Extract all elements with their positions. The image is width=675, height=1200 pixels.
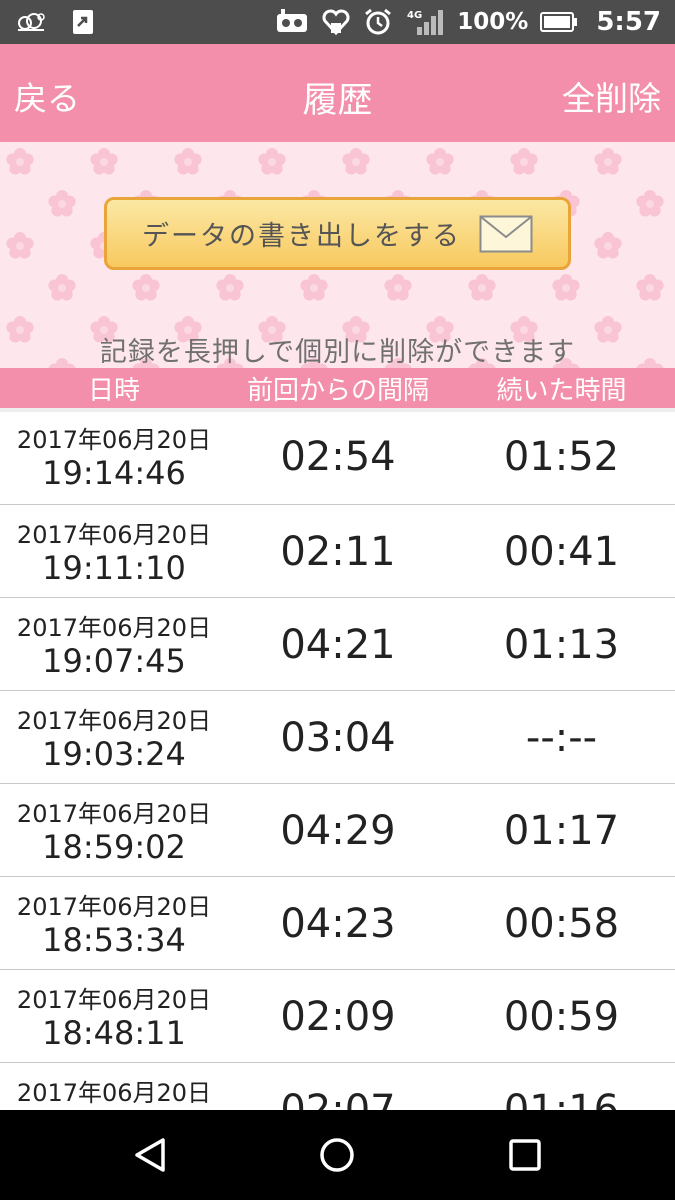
signal-icon: 4G (405, 7, 445, 37)
export-data-label: データの書き出しをする (142, 221, 461, 252)
history-row[interactable]: 2017年06月20日 19:14:46 02:54 01:52 (0, 408, 675, 505)
nav-home-button[interactable] (312, 1132, 362, 1178)
status-right-icons: 4G 100% 5:57 (275, 0, 661, 44)
row-duration: 01:17 (503, 808, 620, 854)
nav-back-button[interactable] (125, 1132, 175, 1178)
row-date: 2017年06月20日 (16, 614, 212, 642)
title-bar: 戻る 履歴 全削除 (0, 44, 675, 142)
battery-icon (540, 11, 578, 33)
nav-recent-apps-button[interactable] (500, 1132, 550, 1178)
square-recent-icon (509, 1139, 541, 1171)
row-date: 2017年06月20日 (16, 986, 212, 1014)
heart-badge-icon (321, 7, 351, 37)
row-interval: 04:29 (280, 808, 396, 854)
history-row[interactable]: 2017年06月20日 18:59:02 04:29 01:17 (0, 784, 675, 877)
row-time: 18:53:34 (42, 921, 186, 959)
row-duration: 00:59 (503, 994, 620, 1040)
column-header-duration: 続いた時間 (496, 376, 627, 406)
row-time: 19:03:24 (42, 735, 186, 773)
column-header-interval: 前回からの間隔 (246, 376, 429, 406)
row-interval: 04:23 (280, 901, 396, 947)
history-row[interactable]: 2017年06月20日 19:07:45 04:21 01:13 (0, 598, 675, 691)
weather-icon (14, 9, 48, 35)
mail-icon (479, 215, 533, 253)
history-row[interactable]: 2017年06月20日 19:03:24 03:04 --:-- (0, 691, 675, 784)
row-date: 2017年06月20日 (16, 426, 212, 454)
history-row[interactable]: 2017年06月20日 19:11:10 02:11 00:41 (0, 505, 675, 598)
triangle-back-icon (135, 1138, 165, 1172)
navigation-bar (0, 1110, 675, 1200)
row-duration: 00:41 (503, 529, 620, 575)
row-duration: 01:13 (503, 622, 620, 668)
row-interval: 04:21 (280, 622, 396, 668)
export-data-button[interactable]: データの書き出しをする (104, 197, 571, 270)
row-interval: 02:09 (280, 994, 396, 1040)
history-row[interactable]: 2017年06月20日 18:53:34 04:23 00:58 (0, 877, 675, 970)
long-press-hint: 記録を長押しで個別に削除ができます (99, 337, 576, 368)
delete-all-button[interactable]: 全削除 (562, 72, 661, 120)
row-date: 2017年06月20日 (16, 800, 212, 828)
column-header-datetime: 日時 (87, 376, 140, 406)
row-date: 2017年06月20日 (16, 1079, 212, 1107)
battery-percent: 100% (457, 9, 529, 35)
row-time: 18:59:02 (42, 828, 186, 866)
history-row[interactable]: 2017年06月20日 02:07 01:16 (0, 1063, 675, 1110)
row-date: 2017年06月20日 (16, 521, 212, 549)
history-row[interactable]: 2017年06月20日 18:48:11 02:09 00:59 (0, 970, 675, 1063)
column-header-row: 日時 前回からの間隔 続いた時間 (0, 368, 675, 408)
row-duration: 01:16 (503, 1087, 620, 1110)
network-type: 4G (407, 10, 422, 21)
clock: 5:57 (596, 7, 661, 37)
row-time: 18:48:11 (42, 1014, 186, 1052)
vr-icon (275, 8, 309, 36)
circle-home-icon (320, 1138, 354, 1172)
status-bar: 4G 100% 5:57 (0, 0, 675, 44)
row-date: 2017年06月20日 (16, 893, 212, 921)
row-interval: 02:54 (280, 434, 396, 480)
row-duration: 01:52 (503, 434, 620, 480)
row-interval: 03:04 (280, 715, 396, 761)
row-duration: --:-- (525, 715, 598, 761)
row-date: 2017年06月20日 (16, 707, 212, 735)
status-left-icons (14, 8, 96, 36)
row-time: 19:11:10 (42, 549, 186, 587)
alarm-icon (363, 7, 393, 37)
history-list[interactable]: 2017年06月20日 19:14:46 02:54 01:52 2017年06… (0, 408, 675, 1110)
row-time: 19:14:46 (42, 454, 186, 492)
row-interval: 02:11 (280, 529, 396, 575)
screenshot-share-icon (70, 8, 96, 36)
row-interval: 02:07 (280, 1087, 396, 1110)
row-duration: 00:58 (503, 901, 620, 947)
row-time: 19:07:45 (42, 642, 186, 680)
